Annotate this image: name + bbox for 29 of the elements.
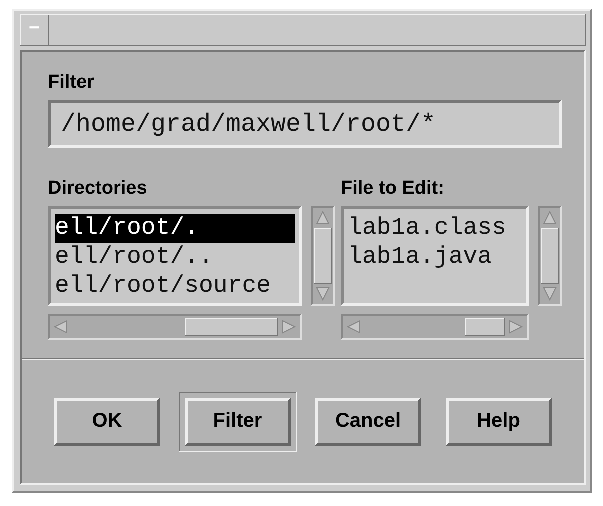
horizontal-scrollbar[interactable] [341, 314, 529, 340]
vertical-scrollbar[interactable] [311, 206, 335, 306]
directories-label: Directories [48, 178, 148, 200]
horizontal-scrollbar[interactable] [48, 314, 302, 340]
dialog-button[interactable]: Filter [184, 398, 291, 446]
directory-item[interactable]: ell/root/source [55, 272, 295, 301]
scroll-thumb[interactable] [541, 228, 559, 284]
filter-label: Filter [48, 72, 94, 94]
directory-item[interactable]: ell/root/.. [55, 243, 295, 272]
scroll-thumb[interactable] [314, 228, 332, 284]
scroll-thumb[interactable] [464, 318, 505, 336]
dialog-button[interactable]: OK [54, 398, 160, 446]
up-arrow-icon[interactable] [315, 210, 331, 226]
right-arrow-icon[interactable] [507, 319, 525, 335]
files-label: File to Edit: [341, 178, 444, 200]
filter-field[interactable]: /home/grad/maxwell/root/* [48, 100, 562, 148]
left-arrow-icon[interactable] [345, 319, 363, 335]
down-arrow-icon[interactable] [315, 286, 331, 302]
directory-item[interactable]: ell/root/. [55, 214, 295, 243]
file-item[interactable]: lab1a.class [348, 214, 522, 243]
file-item[interactable]: lab1a.java [348, 243, 522, 272]
dialog-button[interactable]: Help [446, 398, 552, 446]
dialog-button[interactable]: Cancel [315, 398, 422, 446]
scroll-thumb[interactable] [185, 318, 278, 336]
vertical-scrollbar[interactable] [538, 206, 562, 306]
up-arrow-icon[interactable] [542, 210, 558, 226]
down-arrow-icon[interactable] [542, 286, 558, 302]
right-arrow-icon[interactable] [280, 319, 298, 335]
left-arrow-icon[interactable] [52, 319, 70, 335]
